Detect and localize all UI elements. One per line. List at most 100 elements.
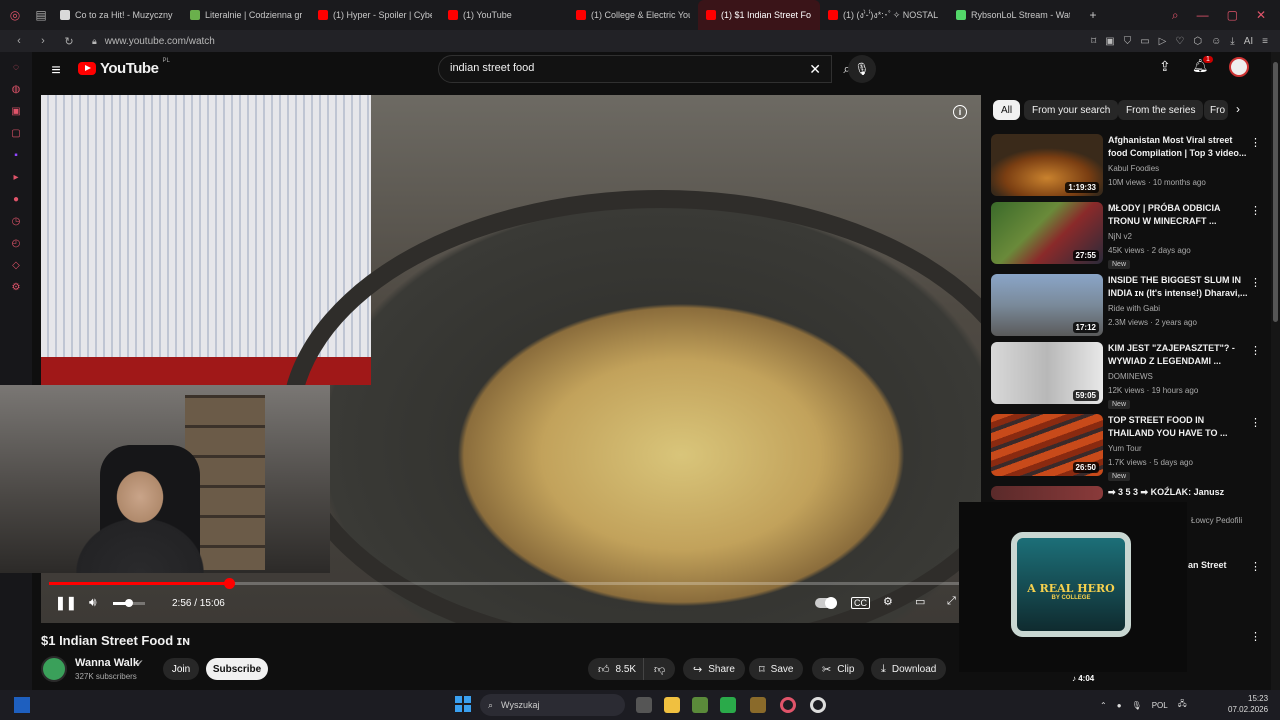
sidebar-twitch-icon[interactable]: ▪ xyxy=(0,144,32,166)
minecraft-icon[interactable] xyxy=(692,697,708,713)
clip-button[interactable]: ✂ Clip xyxy=(812,658,865,680)
save-button[interactable]: ⌑ Save xyxy=(749,658,804,680)
file-explorer-icon[interactable] xyxy=(664,697,680,713)
sidebar-aria-icon[interactable]: ◌ xyxy=(0,56,32,78)
sidebar-instagram-icon[interactable]: ▢ xyxy=(0,122,32,144)
sidebar-history-icon[interactable]: ◷ xyxy=(0,210,32,232)
youtube-logo[interactable]: YouTube PL xyxy=(78,58,170,77)
rec-title[interactable]: TOP STREET FOOD IN THAILAND YOU HAVE TO … xyxy=(1108,414,1250,441)
app-launcher-icon[interactable] xyxy=(750,697,766,713)
opera-gx-icon[interactable] xyxy=(810,697,826,713)
new-tab-button[interactable]: + xyxy=(1078,0,1108,30)
sidebar-chat-icon[interactable]: ▣ xyxy=(0,100,32,122)
more-options-icon[interactable]: ⋮ xyxy=(1250,276,1261,289)
fullscreen-icon[interactable]: ⤢ xyxy=(947,595,956,608)
more-options-icon[interactable]: ⋮ xyxy=(1250,136,1261,149)
account-avatar[interactable] xyxy=(1229,57,1249,77)
scrollbar-thumb[interactable] xyxy=(1273,62,1278,322)
sidebar-settings-icon[interactable]: ⚙ xyxy=(0,276,32,298)
volume-slider[interactable] xyxy=(113,599,145,607)
extensions-icon[interactable]: ⬡ xyxy=(1193,36,1202,47)
rec-title[interactable]: INSIDE THE BIGGEST SLUM IN INDIA ɪɴ (It'… xyxy=(1108,274,1250,301)
reload-button[interactable]: ↻ xyxy=(60,35,78,48)
network-icon[interactable]: 🖧︎ xyxy=(1178,698,1187,712)
chip-from-your-search[interactable]: From your search xyxy=(1024,100,1119,120)
taskbar-search[interactable]: ⌕ Wyszukaj xyxy=(480,694,625,716)
shield-icon[interactable]: ⛉ xyxy=(1124,36,1132,47)
pause-button[interactable]: ❚❚ xyxy=(55,595,77,611)
video-thumbnail[interactable]: 1:19:33 xyxy=(991,134,1103,196)
list-item[interactable]: 59:05 KIM JEST "ZAJEPASZTET"? - WYWIAD Z… xyxy=(991,342,1271,409)
rec-channel[interactable]: Łowcy Pedofili xyxy=(1191,516,1242,525)
browser-tab[interactable]: (1) (ง'̀-'́)ง*:･ﾟ✧ NOSTAL xyxy=(820,0,948,30)
rec-title[interactable]: MŁODY | PRÓBA ODBICIA TRONU W MINECRAFT … xyxy=(1108,202,1250,229)
volume-icon[interactable]: 🔊︎ xyxy=(89,595,97,610)
opera-logo-icon[interactable]: ◎ xyxy=(0,0,30,30)
hamburger-menu-icon[interactable]: ≡ xyxy=(46,61,66,81)
chip-all[interactable]: All xyxy=(993,100,1021,120)
video-thumbnail[interactable] xyxy=(991,486,1103,500)
progress-bar[interactable] xyxy=(49,578,973,589)
maximize-button[interactable]: ▢ xyxy=(1227,8,1238,22)
rec-channel[interactable]: Ride with Gabi xyxy=(1108,304,1160,313)
more-options-icon[interactable]: ⋮ xyxy=(1250,560,1261,573)
rec-partial-title[interactable]: an Street xyxy=(1188,560,1227,570)
join-button[interactable]: Join xyxy=(163,658,199,680)
sidebar-player-icon[interactable]: ● xyxy=(0,188,32,210)
search-tabs-icon[interactable]: ⌕ xyxy=(1172,8,1179,23)
sidebar-clock-icon[interactable]: ◴ xyxy=(0,232,32,254)
easy-setup-icon[interactable]: ≡ xyxy=(1262,36,1268,47)
download-icon[interactable]: ⤓ xyxy=(1230,36,1234,47)
chip-partial[interactable]: Fro xyxy=(1204,100,1228,120)
rec-channel[interactable]: DOMINEWS xyxy=(1108,372,1153,381)
share-button[interactable]: ↪ Share xyxy=(683,658,745,680)
browser-tab[interactable]: (1) College & Electric Yout xyxy=(568,0,698,30)
rec-title[interactable]: KIM JEST "ZAJEPASZTET"? - WYWIAD Z LEGEN… xyxy=(1108,342,1250,369)
music-video-overlay[interactable]: A REAL HERO BY COLLEGE xyxy=(959,502,1187,672)
browser-tab[interactable]: (1) YouTube xyxy=(440,0,568,30)
like-button[interactable]: 👍︎ 8.5K xyxy=(588,658,647,680)
rec-title[interactable]: ➡ 3 5 3 ➡ KOŹLAK: Janusz xyxy=(1108,486,1250,500)
channel-name[interactable]: Wanna Walk xyxy=(75,657,139,669)
tray-mic-icon[interactable]: 🎙︎ xyxy=(1132,701,1142,710)
back-button[interactable]: ‹ xyxy=(10,35,28,47)
miniplayer-icon[interactable]: ▭ xyxy=(915,595,925,608)
tab-menu-icon[interactable]: ▤ xyxy=(30,0,52,30)
more-options-icon[interactable]: ⋮ xyxy=(1250,416,1261,429)
video-thumbnail[interactable]: 59:05 xyxy=(991,342,1103,404)
sidebar-messenger-icon[interactable]: ◍ xyxy=(0,78,32,100)
bookmark-icon[interactable]: ⌑ xyxy=(1091,36,1096,47)
autoplay-toggle[interactable] xyxy=(815,597,837,609)
settings-gear-icon[interactable]: ⚙ xyxy=(883,595,893,608)
tray-app-icon[interactable]: ● xyxy=(1117,701,1122,710)
forward-button[interactable]: › xyxy=(34,35,52,47)
more-options-icon[interactable]: ⋮ xyxy=(1250,204,1261,217)
search-input[interactable] xyxy=(450,62,770,74)
list-item[interactable]: 17:12 INSIDE THE BIGGEST SLUM IN INDIA ɪ… xyxy=(991,274,1271,340)
close-window-button[interactable]: ✕ xyxy=(1256,8,1266,22)
browser-tab[interactable]: RybsonLoL Stream - Watc xyxy=(948,0,1078,30)
browser-tab[interactable]: Literalnie | Codzienna gra xyxy=(182,0,310,30)
scrubber-handle[interactable] xyxy=(224,578,236,589)
browser-tab[interactable]: (1) $1 Indian Street Fo xyxy=(698,0,820,30)
rec-channel[interactable]: Yum Tour xyxy=(1108,444,1142,453)
chip-from-the-series[interactable]: From the series xyxy=(1118,100,1204,120)
page-scrollbar[interactable] xyxy=(1271,52,1280,690)
language-indicator[interactable]: POL xyxy=(1152,701,1168,710)
browser-tab[interactable]: Co to za Hit! - Muzyczny Q xyxy=(52,0,182,30)
windows-start-icon[interactable] xyxy=(455,696,471,712)
list-item[interactable]: 27:55 MŁODY | PRÓBA ODBICIA TRONU W MINE… xyxy=(991,202,1271,269)
wallet-icon[interactable]: ▭ xyxy=(1140,36,1149,47)
more-options-icon[interactable]: ⋮ xyxy=(1250,630,1261,643)
list-item[interactable]: 1:19:33 Afghanistan Most Viral street fo… xyxy=(991,134,1271,200)
rec-channel[interactable]: NjN v2 xyxy=(1108,232,1132,241)
snapshot-icon[interactable]: ▣ xyxy=(1105,36,1114,47)
profile-icon[interactable]: ☺ xyxy=(1211,36,1221,47)
opera-icon[interactable] xyxy=(780,697,796,713)
download-button[interactable]: ⤓ Download xyxy=(871,658,947,680)
tray-chevron-icon[interactable]: ⌃ xyxy=(1100,701,1107,710)
captions-icon[interactable]: CC xyxy=(851,597,870,609)
heart-icon[interactable]: ♡ xyxy=(1175,36,1184,47)
info-icon[interactable]: i xyxy=(953,105,967,119)
app-green-icon[interactable] xyxy=(720,697,736,713)
